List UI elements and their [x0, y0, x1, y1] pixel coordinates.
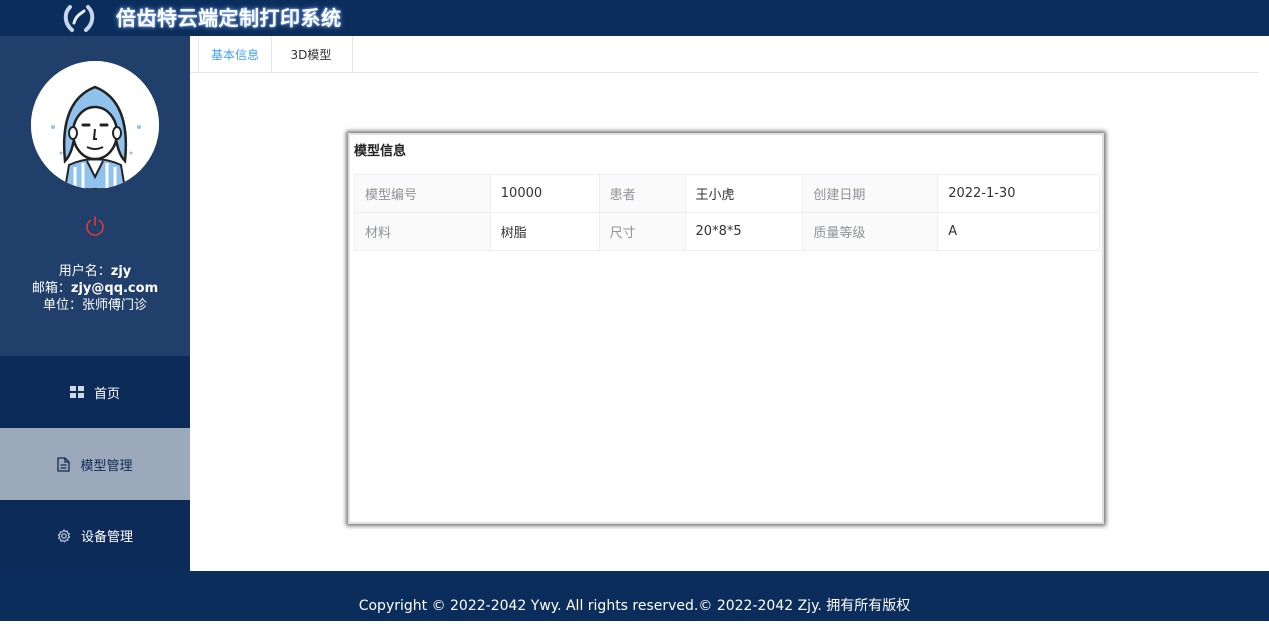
tab-basic-info[interactable]: 基本信息 [198, 36, 272, 72]
email-line: 邮箱：zjy@qq.com [0, 280, 190, 297]
sidebar-item-home[interactable]: 首页 [0, 356, 190, 428]
email-label: 邮箱： [31, 281, 71, 296]
model-info-table: 模型编号 10000 患者 王小虎 创建日期 2022-1-30 材料 树脂 尺… [354, 174, 1100, 251]
logo-icon [63, 5, 95, 32]
sidebar-item-label: 模型管理 [80, 458, 133, 474]
value-patient: 王小虎 [684, 174, 804, 213]
table-row: 材料 树脂 尺寸 20*8*5 质量等级 A [354, 212, 1100, 251]
table-row: 模型编号 10000 患者 王小虎 创建日期 2022-1-30 [354, 174, 1100, 213]
value-quality-grade: A [937, 212, 1100, 251]
label-created-date: 创建日期 [802, 174, 939, 213]
sidebar-item-device-management[interactable]: 设备管理 [0, 500, 190, 571]
tab-3d-model[interactable]: 3D模型 [270, 36, 353, 72]
email-value: zjy@qq.com [70, 281, 159, 296]
value-model-id: 10000 [489, 174, 600, 213]
top-header: 倍齿特云端定制打印系统 [0, 0, 1269, 36]
unit-label: 单位： [42, 298, 82, 313]
avatar-image-icon [31, 61, 159, 189]
value-size: 20*8*5 [684, 212, 804, 251]
sidebar-item-label: 设备管理 [80, 530, 133, 545]
avatar[interactable] [31, 61, 159, 189]
sidebar: 用户名：zjy 邮箱：zjy@qq.com 单位：张师傅门诊 首页 模型管理 设… [0, 36, 190, 571]
username-value: zjy [110, 264, 132, 279]
profile-panel: 用户名：zjy 邮箱：zjy@qq.com 单位：张师傅门诊 [0, 36, 190, 356]
sidebar-item-label: 首页 [93, 386, 120, 402]
footer: Copyright © 2022-2042 Ywy. All rights re… [0, 571, 1269, 621]
tab-bar: 基本信息 3D模型 [190, 36, 1259, 73]
card-title: 模型信息 [354, 144, 407, 159]
user-info: 用户名：zjy 邮箱：zjy@qq.com 单位：张师傅门诊 [0, 263, 190, 314]
power-icon[interactable] [84, 215, 106, 237]
sidebar-item-model-management[interactable]: 模型管理 [0, 428, 190, 500]
value-created-date: 2022-1-30 [937, 174, 1100, 213]
label-size: 尺寸 [598, 212, 686, 251]
gear-icon [57, 528, 71, 542]
grid-icon [69, 386, 84, 398]
label-model-id: 模型编号 [354, 174, 491, 213]
label-quality-grade: 质量等级 [802, 212, 939, 251]
copyright-text: Copyright © 2022-2042 Ywy. All rights re… [358, 598, 911, 614]
document-icon [57, 456, 71, 472]
unit-line: 单位：张师傅门诊 [0, 297, 190, 314]
unit-value: 张师傅门诊 [82, 298, 148, 313]
label-material: 材料 [354, 212, 491, 251]
value-material: 树脂 [489, 212, 600, 251]
username-line: 用户名：zjy [0, 263, 190, 280]
label-patient: 患者 [598, 174, 686, 213]
model-info-card: 模型信息 模型编号 10000 患者 王小虎 创建日期 2022-1-30 材料… [348, 133, 1104, 524]
username-label: 用户名： [58, 264, 111, 279]
app-title: 倍齿特云端定制打印系统 [116, 6, 342, 30]
